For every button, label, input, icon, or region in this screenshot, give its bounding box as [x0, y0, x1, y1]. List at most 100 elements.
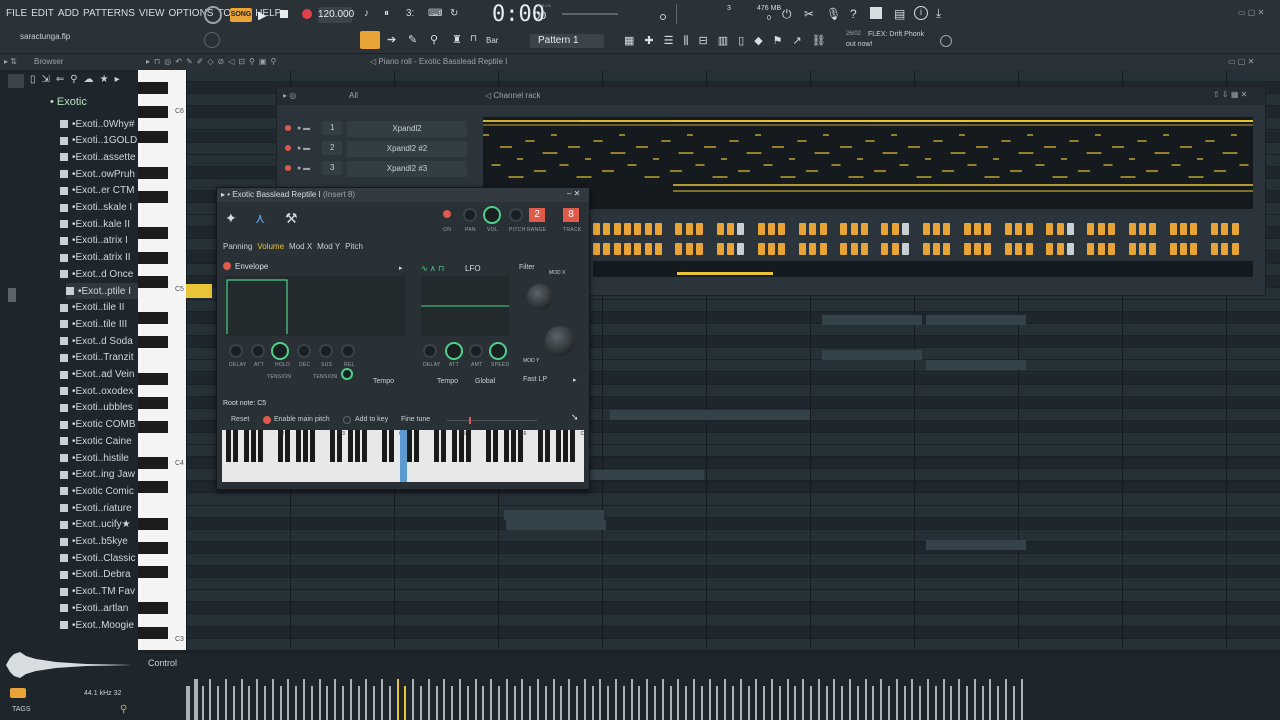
piano-keys[interactable]	[138, 70, 186, 650]
velocity-bar[interactable]	[794, 686, 797, 720]
step-button[interactable]	[1097, 223, 1105, 235]
velocity-bar[interactable]	[966, 686, 968, 720]
velocity-bar[interactable]	[459, 679, 461, 720]
ghost-note[interactable]	[506, 520, 606, 530]
browser-item[interactable]: • Exoti..artlan	[60, 600, 138, 616]
velocity-bar[interactable]	[732, 686, 734, 720]
step-button[interactable]	[963, 243, 971, 255]
velocity-bar[interactable]	[786, 679, 789, 720]
step-button[interactable]	[603, 243, 611, 255]
velocity-bar[interactable]	[700, 686, 703, 720]
keyboard-arrow-icon[interactable]: ➘	[571, 412, 579, 423]
step-button[interactable]	[1066, 243, 1074, 255]
step-button[interactable]	[1005, 223, 1012, 235]
velocity-bar[interactable]	[802, 679, 805, 720]
velocity-bar[interactable]	[755, 679, 758, 720]
browser-scroll-marker[interactable]	[8, 288, 16, 302]
step-button[interactable]	[1138, 243, 1146, 255]
velocity-bar[interactable]	[599, 679, 602, 720]
step-button[interactable]	[850, 223, 858, 235]
env-sustain-knob[interactable]	[319, 344, 333, 358]
velocity-bar[interactable]	[388, 686, 391, 720]
news-title[interactable]: FLEX: Drift Phonk	[868, 31, 924, 38]
velocity-bar[interactable]	[708, 679, 711, 720]
envelope-enable-led[interactable]	[223, 262, 231, 270]
step-button[interactable]	[1149, 223, 1157, 235]
pencil-icon[interactable]: ✎	[408, 33, 417, 46]
step-button[interactable]	[778, 243, 786, 255]
velocity-bar[interactable]	[435, 686, 438, 720]
velocity-bar[interactable]	[342, 686, 344, 720]
black-key[interactable]	[138, 166, 168, 179]
browser-item[interactable]: • Exoti..Debra	[60, 567, 138, 583]
velocity-bar[interactable]	[318, 679, 321, 720]
velocity-bar[interactable]	[724, 679, 727, 720]
velocity-bar[interactable]	[856, 686, 859, 720]
step-button[interactable]	[593, 243, 600, 255]
channel-rack-controls[interactable]: ⇧ ⇩ ▦ ✕	[1213, 90, 1247, 99]
tempo-display[interactable]: 120.000	[318, 7, 354, 23]
browser-item[interactable]: • Exoti..histile	[60, 450, 138, 466]
plugin-tab-sampler-icon[interactable]: ✦	[225, 210, 237, 227]
black-key[interactable]	[504, 430, 509, 462]
step-edit-icon[interactable]: ⌨	[428, 8, 442, 19]
channel-pan-icon[interactable]: ● ▬	[297, 125, 310, 132]
velocity-bar[interactable]	[1012, 686, 1015, 720]
velocity-bar[interactable]	[326, 686, 329, 720]
velocity-bar[interactable]	[895, 679, 898, 720]
step-button[interactable]	[881, 223, 889, 235]
channel-mute-icon[interactable]	[285, 165, 291, 171]
velocity-bar[interactable]	[661, 679, 664, 720]
velocity-bar[interactable]	[1020, 679, 1023, 720]
black-key[interactable]	[251, 430, 256, 462]
black-key[interactable]	[138, 541, 168, 554]
step-button[interactable]	[768, 243, 776, 255]
step-button[interactable]	[644, 243, 652, 255]
browser-star-icon[interactable]: ★	[100, 74, 109, 90]
velocity-bar[interactable]	[225, 679, 227, 720]
step-button[interactable]	[1169, 223, 1177, 235]
master-volume-slider[interactable]	[562, 13, 618, 15]
snap-magnet-icon[interactable]: ⊓	[470, 33, 486, 47]
velocity-bar[interactable]	[482, 686, 485, 720]
tension-knob[interactable]	[341, 368, 353, 380]
step-button[interactable]	[974, 243, 982, 255]
step-button[interactable]	[1046, 223, 1054, 235]
step-button[interactable]	[1221, 223, 1229, 235]
velocity-bar[interactable]	[295, 686, 298, 720]
env-delay-knob[interactable]	[229, 344, 243, 358]
black-key[interactable]	[138, 82, 168, 95]
step-button[interactable]	[1015, 223, 1023, 235]
velocity-bar[interactable]	[490, 679, 493, 720]
wait-input-icon[interactable]: ⏸	[384, 8, 389, 19]
velocity-bar[interactable]	[365, 679, 368, 720]
velocity-bar[interactable]	[622, 686, 625, 720]
browser-item[interactable]: • Exoti..assette	[60, 149, 138, 165]
step-button[interactable]	[809, 223, 817, 235]
velocity-bar[interactable]	[1005, 679, 1007, 720]
browser-item[interactable]: • Exot..owPruh	[60, 166, 138, 182]
black-key[interactable]	[258, 430, 263, 462]
browser-item[interactable]: • Exoti..Tranzit	[60, 350, 138, 366]
black-key[interactable]	[226, 430, 231, 462]
velocity-bar[interactable]	[303, 679, 305, 720]
ghost-note[interactable]	[822, 315, 922, 325]
browser-item[interactable]: • Exoti..tile II	[60, 300, 138, 316]
velocity-bar[interactable]	[607, 686, 610, 720]
black-key[interactable]	[138, 457, 168, 470]
black-key[interactable]	[330, 430, 335, 462]
step-button[interactable]	[1128, 223, 1136, 235]
step-button[interactable]	[1097, 243, 1105, 255]
step-button[interactable]	[644, 223, 652, 235]
browser-item[interactable]: • Exot..d Once	[60, 266, 138, 282]
browser-arrows-icon[interactable]: ▸ ⇅	[4, 57, 17, 66]
velocity-bar[interactable]	[334, 679, 337, 720]
velocity-bar[interactable]	[911, 679, 914, 720]
velocity-bar[interactable]	[451, 686, 454, 720]
browser-item[interactable]: • Exot..ucify★	[60, 517, 138, 533]
velocity-bar[interactable]	[771, 679, 773, 720]
black-key[interactable]	[466, 430, 471, 462]
step-button[interactable]	[932, 223, 940, 235]
recording-mode-icon[interactable]	[204, 6, 222, 24]
velocity-bar[interactable]	[778, 686, 781, 720]
